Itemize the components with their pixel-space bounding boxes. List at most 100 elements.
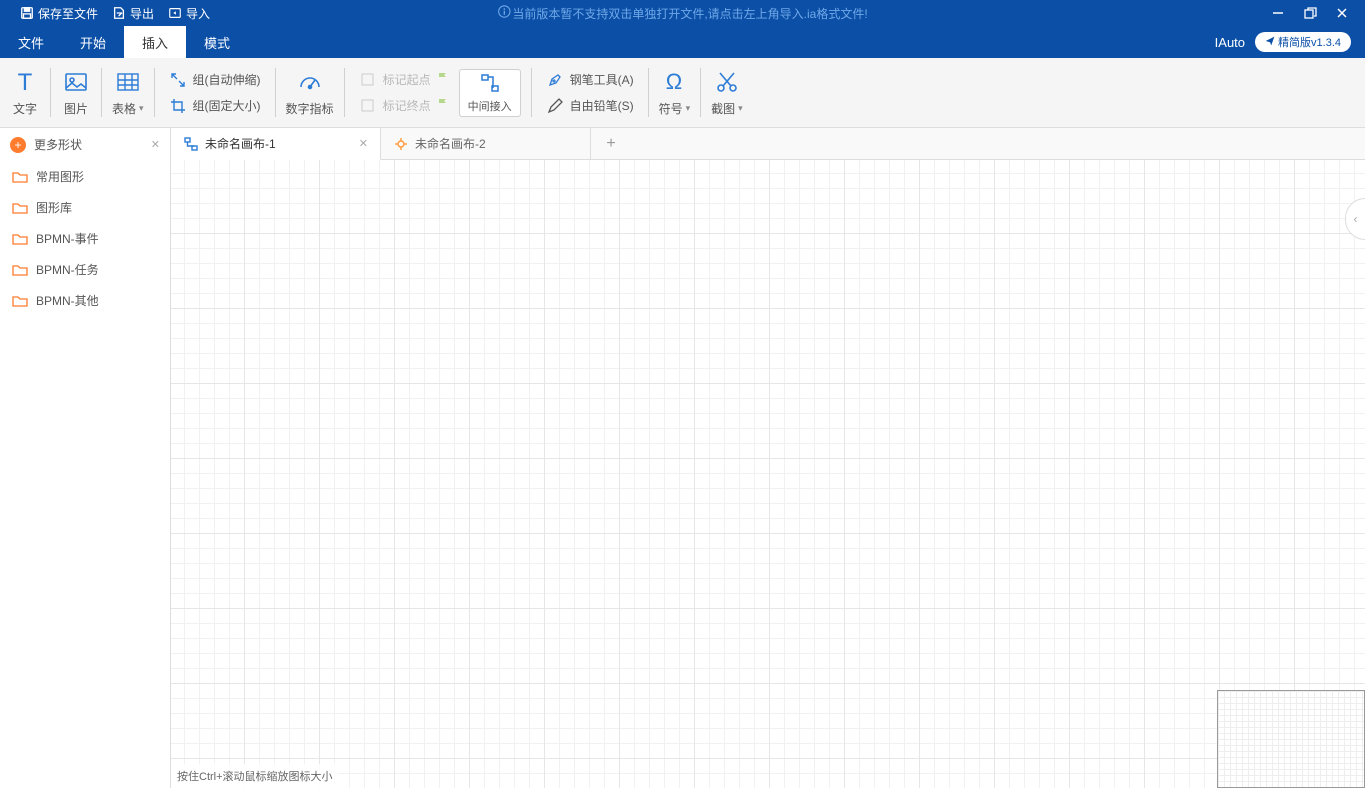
pen-nib-icon — [546, 71, 564, 89]
image-label: 图片 — [64, 100, 88, 117]
flag-icon — [437, 72, 449, 87]
menu-file[interactable]: 文件 — [0, 26, 62, 58]
omega-icon: Ω — [660, 68, 688, 96]
table-icon — [114, 68, 142, 96]
screenshot-button[interactable]: 截图▾ — [701, 64, 753, 121]
folder-icon — [12, 170, 28, 184]
pencil-icon — [546, 97, 564, 115]
import-button[interactable]: 导入 — [168, 5, 210, 22]
folder-icon — [12, 294, 28, 308]
flag-icon — [437, 98, 449, 113]
export-button[interactable]: 导出 — [112, 5, 154, 22]
info-icon — [497, 5, 510, 21]
ribbon: T 文字 图片 表格▾ 组(自动伸缩) 组(固定大小) 数字指标 — [0, 58, 1365, 128]
svg-text:Ω: Ω — [666, 69, 682, 94]
sidebar-item-shape-lib[interactable]: 图形库 — [0, 192, 170, 223]
tab-close-button[interactable]: ✕ — [359, 137, 368, 150]
notice-banner: 当前版本暂不支持双击单独打开文件,请点击左上角导入.ia格式文件! — [497, 5, 867, 22]
status-hint: 按住Ctrl+滚动鼠标缩放图标大小 — [171, 764, 339, 788]
import-icon — [168, 6, 182, 20]
svg-text:T: T — [18, 69, 33, 96]
brand-label: IAuto — [1215, 35, 1245, 50]
mark-start-button[interactable]: 标记起点 — [355, 69, 453, 91]
menu-mode[interactable]: 模式 — [186, 26, 248, 58]
scissors-icon — [713, 68, 741, 96]
sidebar-item-bpmn-tasks[interactable]: BPMN-任务 — [0, 254, 170, 285]
sidebar-close-button[interactable]: ✕ — [151, 138, 160, 151]
plus-circle-icon: + — [10, 137, 26, 153]
insert-image-button[interactable]: 图片 — [51, 64, 101, 121]
send-icon — [1265, 36, 1275, 49]
symbol-button[interactable]: Ω 符号▾ — [649, 64, 701, 121]
mid-join-button[interactable]: 中间接入 — [459, 69, 521, 117]
minimap[interactable] — [1217, 690, 1365, 788]
main-area: 未命名画布-1 ✕ 未命名画布-2 + ‹ 按住Ctrl+滚动鼠标缩放图标大小 — [171, 128, 1365, 788]
text-icon: T — [11, 68, 39, 96]
free-pencil-button[interactable]: 自由铅笔(S) — [542, 95, 638, 117]
mid-join-label: 中间接入 — [468, 98, 512, 114]
group-fixed-label: 组(固定大小) — [193, 97, 261, 114]
mindmap-icon — [393, 136, 409, 152]
sidebar-item-bpmn-events[interactable]: BPMN-事件 — [0, 223, 170, 254]
menubar: 文件 开始 插入 模式 IAuto 精简版v1.3.4 — [0, 26, 1365, 58]
sidebar-item-common-shapes[interactable]: 常用图形 — [0, 161, 170, 192]
workspace: + 更多形状 ✕ 常用图形 图形库 BPMN-事件 BPMN-任务 BPMN-其… — [0, 128, 1365, 788]
import-label: 导入 — [186, 5, 210, 22]
collapse-right-panel-button[interactable]: ‹ — [1345, 198, 1365, 240]
sidebar-header[interactable]: + 更多形状 ✕ — [0, 128, 170, 161]
sidebar-item-label: BPMN-事件 — [36, 230, 99, 247]
mark-start-label: 标记起点 — [383, 71, 431, 88]
sidebar-item-label: BPMN-其他 — [36, 292, 99, 309]
folder-icon — [12, 263, 28, 277]
connector-icon — [479, 72, 501, 94]
menu-insert[interactable]: 插入 — [124, 26, 186, 58]
minimize-button[interactable] — [1267, 2, 1289, 24]
insert-table-button[interactable]: 表格▾ — [102, 64, 154, 121]
tab-1[interactable]: 未命名画布-1 ✕ — [171, 128, 381, 160]
screenshot-label: 截图 — [711, 100, 735, 117]
crop-icon — [169, 97, 187, 115]
text-label: 文字 — [13, 100, 37, 117]
group-fixed-button[interactable]: 组(固定大小) — [165, 95, 265, 117]
resize-out-icon — [169, 71, 187, 89]
tab-1-label: 未命名画布-1 — [205, 135, 276, 152]
checkbox-empty-icon — [359, 97, 377, 115]
tabs-bar: 未命名画布-1 ✕ 未命名画布-2 + — [171, 128, 1365, 160]
save-to-file-button[interactable]: 保存至文件 — [20, 5, 98, 22]
export-icon — [112, 6, 126, 20]
group-auto-label: 组(自动伸缩) — [193, 71, 261, 88]
num-indicator-button[interactable]: 数字指标 — [276, 64, 344, 121]
version-text: 精简版v1.3.4 — [1278, 34, 1341, 50]
folder-icon — [12, 232, 28, 246]
mark-end-label: 标记终点 — [383, 97, 431, 114]
group-auto-button[interactable]: 组(自动伸缩) — [165, 69, 265, 91]
canvas[interactable]: ‹ 按住Ctrl+滚动鼠标缩放图标大小 — [171, 160, 1365, 788]
table-label: 表格 — [112, 100, 136, 117]
add-tab-button[interactable]: + — [591, 128, 631, 159]
num-indicator-label: 数字指标 — [286, 100, 334, 117]
free-pencil-label: 自由铅笔(S) — [570, 97, 634, 114]
titlebar: 保存至文件 导出 导入 当前版本暂不支持双击单独打开文件,请点击左上角导入.ia… — [0, 0, 1365, 26]
flowchart-icon — [183, 136, 199, 152]
close-button[interactable] — [1331, 2, 1353, 24]
image-icon — [62, 68, 90, 96]
mark-end-button[interactable]: 标记终点 — [355, 95, 453, 117]
export-label: 导出 — [130, 5, 154, 22]
menu-start[interactable]: 开始 — [62, 26, 124, 58]
insert-text-button[interactable]: T 文字 — [0, 64, 50, 121]
folder-icon — [12, 201, 28, 215]
maximize-button[interactable] — [1299, 2, 1321, 24]
checkbox-empty-icon — [359, 71, 377, 89]
sidebar-item-label: 图形库 — [36, 199, 72, 216]
pen-tool-label: 钢笔工具(A) — [570, 71, 634, 88]
chevron-down-icon: ▾ — [139, 103, 144, 114]
sidebar-item-label: 常用图形 — [36, 168, 84, 185]
tab-2-label: 未命名画布-2 — [415, 135, 486, 152]
version-pill[interactable]: 精简版v1.3.4 — [1255, 32, 1351, 52]
notice-text: 当前版本暂不支持双击单独打开文件,请点击左上角导入.ia格式文件! — [512, 5, 867, 22]
gauge-icon — [296, 68, 324, 96]
chevron-down-icon: ▾ — [738, 103, 743, 114]
tab-2[interactable]: 未命名画布-2 — [381, 128, 591, 159]
sidebar-item-bpmn-other[interactable]: BPMN-其他 — [0, 285, 170, 316]
pen-tool-button[interactable]: 钢笔工具(A) — [542, 69, 638, 91]
